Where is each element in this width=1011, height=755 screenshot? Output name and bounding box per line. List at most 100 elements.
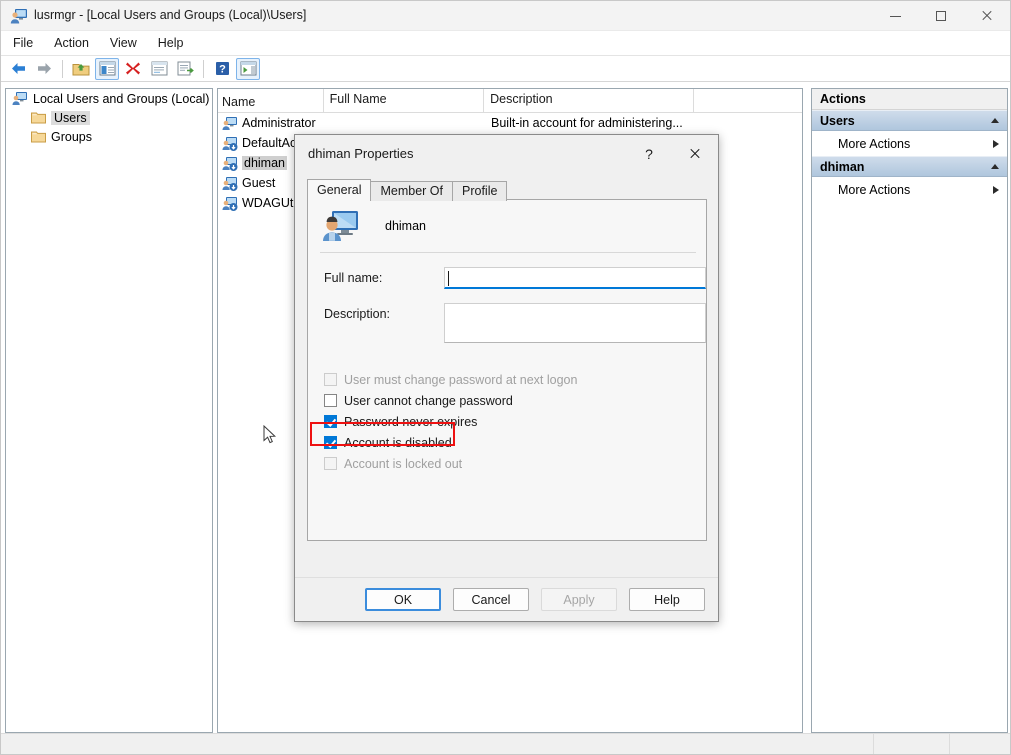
tree-node-groups[interactable]: Groups — [6, 127, 212, 146]
maximize-button[interactable] — [918, 1, 964, 31]
divider — [320, 252, 696, 253]
checkbox-label: User cannot change password — [344, 393, 513, 408]
list-header-row: Name Full Name Description — [218, 89, 802, 113]
close-button[interactable] — [964, 1, 1010, 31]
checkbox-label: Account is locked out — [344, 456, 463, 471]
tab-member-of[interactable]: Member Of — [370, 181, 453, 201]
up-folder-icon[interactable] — [69, 58, 93, 80]
user-icon — [222, 116, 237, 130]
chevron-up-icon[interactable] — [991, 164, 999, 169]
back-icon[interactable] — [6, 58, 30, 80]
row-name-cell: Administrator — [218, 116, 324, 131]
description-input[interactable] — [444, 303, 706, 343]
tree-node-users[interactable]: Users — [6, 108, 212, 127]
dialog-tabs: General Member Of Profile — [307, 179, 508, 201]
actions-section-users[interactable]: Users — [812, 110, 1007, 131]
export-list-icon[interactable] — [173, 58, 197, 80]
checkbox-account-is-locked-out[interactable]: Account is locked out — [324, 453, 706, 474]
status-bar — [1, 733, 1010, 754]
actions-more-actions-dhiman[interactable]: More Actions — [812, 177, 1007, 202]
dialog-title-bar: dhiman Properties ? — [295, 135, 718, 171]
window-title: lusrmgr - [Local Users and Groups (Local… — [34, 8, 307, 22]
actions-pane: Actions Users More Actions dhiman More A… — [811, 88, 1008, 733]
status-segment — [949, 734, 1010, 754]
user-disabled-icon — [222, 156, 238, 171]
dialog-user-name: dhiman — [385, 219, 426, 233]
user-icon — [323, 211, 358, 241]
column-header-full-name[interactable]: Full Name — [324, 89, 485, 112]
show-action-pane-icon[interactable] — [236, 57, 260, 80]
table-row[interactable]: Administrator Built-in account for admin… — [218, 113, 802, 133]
tree-node-root[interactable]: Local Users and Groups (Local) — [6, 89, 212, 108]
folder-icon — [31, 131, 46, 143]
actions-section-dhiman[interactable]: dhiman — [812, 156, 1007, 177]
ok-button[interactable]: OK — [365, 588, 441, 611]
menu-file[interactable]: File — [4, 33, 42, 53]
actions-section-users-label: Users — [820, 113, 855, 128]
row-name-label: DefaultAc — [242, 136, 297, 150]
full-name-input[interactable] — [444, 267, 706, 289]
user-disabled-icon — [222, 136, 238, 151]
column-header-description[interactable]: Description — [484, 89, 695, 112]
row-name-label: dhiman — [242, 156, 287, 170]
computer-icon — [12, 92, 27, 105]
row-description-cell: Built-in account for administering... — [491, 116, 683, 130]
description-row: Description: — [324, 303, 706, 343]
full-name-label: Full name: — [324, 271, 383, 285]
user-disabled-icon — [222, 176, 238, 191]
properties-icon[interactable] — [147, 58, 171, 80]
annotation-highlight-account-disabled — [310, 422, 455, 446]
lusrmgr-window: lusrmgr - [Local Users and Groups (Local… — [0, 0, 1011, 755]
status-segment — [873, 734, 949, 754]
row-name-label: WDAGUti — [242, 196, 297, 210]
tree-node-root-label: Local Users and Groups (Local) — [33, 91, 210, 106]
dialog-help-button[interactable]: ? — [637, 143, 661, 165]
checkbox-box — [324, 373, 337, 386]
lusrmgr-icon — [10, 7, 28, 25]
menu-action[interactable]: Action — [45, 33, 98, 53]
general-tab-panel: dhiman Full name: Description: User must… — [307, 199, 707, 541]
checkbox-must-change-password[interactable]: User must change password at next logon — [324, 369, 706, 390]
chevron-up-icon[interactable] — [991, 118, 999, 123]
minimize-button[interactable] — [872, 1, 918, 31]
dialog-button-bar: OK Cancel Apply Help — [295, 577, 718, 621]
toolbar-separator — [203, 59, 204, 78]
menu-view[interactable]: View — [101, 33, 146, 53]
description-label: Description: — [324, 307, 390, 321]
delete-icon[interactable] — [121, 58, 145, 80]
forward-icon[interactable] — [32, 58, 56, 80]
chevron-right-icon — [993, 139, 999, 148]
cancel-button[interactable]: Cancel — [453, 588, 529, 611]
column-header-name[interactable]: Name — [218, 89, 324, 112]
dialog-title: dhiman Properties — [308, 146, 414, 161]
user-properties-dialog: dhiman Properties ? General Member Of Pr… — [294, 134, 719, 622]
actions-more-actions-dhiman-label: More Actions — [838, 182, 911, 197]
menu-bar: File Action View Help — [1, 31, 1010, 56]
tab-general[interactable]: General — [307, 179, 372, 201]
dialog-close-button[interactable] — [680, 143, 710, 165]
help-icon[interactable]: ? — [210, 58, 234, 80]
text-caret — [448, 271, 450, 286]
actions-section-dhiman-label: dhiman — [820, 159, 865, 174]
row-name-label: Guest — [242, 176, 276, 190]
actions-more-actions-users[interactable]: More Actions — [812, 131, 1007, 156]
tree-node-users-label: Users — [51, 110, 90, 125]
chevron-right-icon — [993, 185, 999, 194]
folder-icon — [31, 112, 46, 124]
toolbar: ? — [1, 56, 1010, 82]
console-tree-pane: Local Users and Groups (Local) Users Gro… — [5, 88, 213, 733]
tree-node-groups-label: Groups — [51, 129, 92, 144]
apply-button: Apply — [541, 588, 617, 611]
row-name-label: Administrator — [242, 116, 316, 130]
column-header-filler — [694, 89, 802, 112]
help-button[interactable]: Help — [629, 588, 705, 611]
full-name-row: Full name: — [324, 267, 706, 289]
checkbox-cannot-change-password[interactable]: User cannot change password — [324, 390, 706, 411]
checkbox-box — [324, 394, 337, 407]
toolbar-separator — [62, 59, 63, 78]
show-tree-icon[interactable] — [95, 57, 119, 80]
actions-pane-header: Actions — [812, 89, 1007, 110]
menu-help[interactable]: Help — [149, 33, 193, 53]
tab-profile[interactable]: Profile — [452, 181, 508, 201]
checkbox-box — [324, 457, 337, 470]
